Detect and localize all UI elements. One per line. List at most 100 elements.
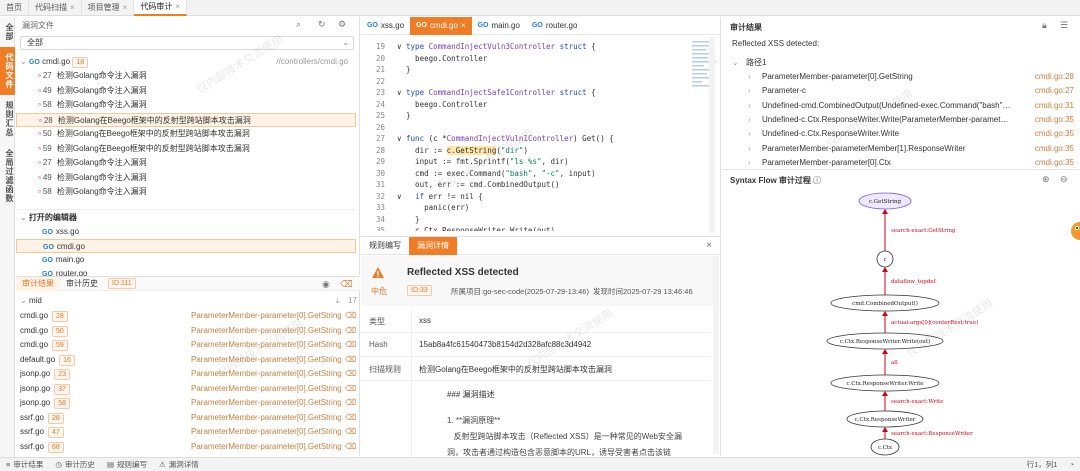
vuln-item[interactable]: ▫ 58 检测Golang命令注入漏洞 xyxy=(16,98,356,112)
code-line[interactable]: 33 panic(err) xyxy=(361,202,691,214)
vertical-tab[interactable]: 全部 xyxy=(0,17,15,47)
open-editors-header[interactable]: ⌄ 打开的编辑器 xyxy=(16,211,356,225)
vuln-item[interactable]: ▫ 49 检测Golang命令注入漏洞 xyxy=(16,171,356,185)
editor-tab[interactable]: GO cmdi.go × xyxy=(410,17,472,35)
path-item[interactable]: › Parameter-c cmdi.go:27 xyxy=(722,84,1078,98)
delete-icon[interactable]: ⌫ xyxy=(340,279,353,290)
delete-icon[interactable]: ⌫ xyxy=(345,411,356,425)
top-tab[interactable]: 代码扫描 × xyxy=(29,0,82,16)
result-row[interactable]: cmdi.go 28 ParameterMember-parameter[0].Ge… xyxy=(16,309,360,323)
delete-icon[interactable]: ⌫ xyxy=(345,440,356,454)
vertical-tab[interactable]: 规则汇总 xyxy=(0,95,15,143)
path-item[interactable]: › Undefined-cmd.CombinedOutput(Undefined-… xyxy=(722,99,1078,113)
delete-icon[interactable]: ⌫ xyxy=(345,353,356,367)
status-audit-history[interactable]: ◷ 审计历史 xyxy=(49,459,101,470)
result-row[interactable]: ssrf.go 68 ParameterMember-parameter[0].Ge… xyxy=(16,440,360,454)
code-line[interactable]: 21 } xyxy=(361,64,691,76)
delete-icon[interactable]: ⌫ xyxy=(345,338,356,352)
path-item-location[interactable]: cmdi.go:35 xyxy=(1035,156,1074,170)
result-group-row[interactable]: ⌄ mid ⤓ 17 xyxy=(16,294,360,308)
delete-icon[interactable]: ⌫ xyxy=(345,382,356,396)
tab-audit-history[interactable]: 审计历史 xyxy=(60,277,104,291)
result-row[interactable]: jsonp.go 58 ParameterMember-parameter[0].G… xyxy=(16,396,360,410)
result-row[interactable]: ssrf.go 28 ParameterMember-parameter[0].Ge… xyxy=(16,411,360,425)
code-line[interactable]: 19 ∨ type CommandInjectVuln3Controller st… xyxy=(361,41,691,53)
vertical-tab[interactable]: 代码文件 xyxy=(0,47,15,95)
filter-select[interactable]: 全部 ⌄ xyxy=(20,36,354,50)
search-icon[interactable]: ⌕ xyxy=(296,19,301,30)
path-item-location[interactable]: cmdi.go:31 xyxy=(1035,99,1074,113)
bell-icon[interactable]: ◔ xyxy=(1063,460,1080,469)
close-icon[interactable]: × xyxy=(70,0,75,16)
code-line[interactable]: 27 ∨ func (c *CommandInjectVuln1Controlle… xyxy=(361,133,691,145)
open-editor-item[interactable]: GO xss.go xyxy=(16,225,356,239)
code-line[interactable]: 32 ∨ if err != nil { xyxy=(361,191,691,203)
path-item-location[interactable]: cmdi.go:27 xyxy=(1035,84,1074,98)
path-item[interactable]: › Undefined-c.Ctx.ResponseWriter.Write(Pa… xyxy=(722,113,1078,127)
help-icon[interactable]: ⓘ xyxy=(813,176,821,185)
code-line[interactable]: 31 out, err := cmd.CombinedOutput() xyxy=(361,179,691,191)
code-line[interactable]: 22 xyxy=(361,76,691,88)
path-item-location[interactable]: cmdi.go:35 xyxy=(1035,142,1074,156)
path-item[interactable]: › ParameterMember-parameter[0].Ctx cmdi.go… xyxy=(722,156,1078,170)
top-tab[interactable]: 首页 xyxy=(0,0,29,16)
code-line[interactable]: 25 } xyxy=(361,110,691,122)
vuln-item[interactable]: ▫ 27 检测Golang命令注入漏洞 xyxy=(16,156,356,170)
close-icon[interactable]: × xyxy=(461,17,466,35)
status-rule-writing[interactable]: ▤ 规则编写 xyxy=(101,459,153,470)
code-line[interactable]: 29 input := fmt.Sprintf("ls %s", dir) xyxy=(361,156,691,168)
code-line[interactable]: 26 xyxy=(361,122,691,134)
zoom-in-icon[interactable]: ⊕ xyxy=(1042,174,1050,185)
code-line[interactable]: 23 ∨ type CommandInjectSafe1Controller st… xyxy=(361,87,691,99)
open-editor-item[interactable]: GO cmdi.go xyxy=(16,239,356,253)
path-group-row[interactable]: ⌄ 路径1 xyxy=(722,56,1078,70)
file-group-row[interactable]: ⌄ GO cmdi.go 18 //controllers/cmdi.go xyxy=(16,55,356,69)
code-line[interactable]: 30 cmd := exec.Command("bash", "-c", inp… xyxy=(361,168,691,180)
open-editor-item[interactable]: GO main.go xyxy=(16,253,356,267)
path-item[interactable]: › Undefined-c.Ctx.ResponseWriter.Write cmd… xyxy=(722,127,1078,141)
more-icon[interactable]: ☰ xyxy=(1060,20,1068,31)
tab-rule-writing[interactable]: 规则编写 xyxy=(361,237,409,255)
code-line[interactable]: 34 } xyxy=(361,214,691,226)
path-item-location[interactable]: cmdi.go:35 xyxy=(1035,113,1074,127)
delete-icon[interactable]: ⌫ xyxy=(345,425,356,439)
editor-scrollbar[interactable] xyxy=(709,37,715,233)
delete-icon[interactable]: ⌫ xyxy=(345,396,356,410)
status-vuln-detail[interactable]: ⚠ 漏洞详情 xyxy=(153,459,205,470)
eye-icon[interactable]: ◉ xyxy=(322,279,330,290)
result-row[interactable]: jsonp.go 23 ParameterMember-parameter[0].G… xyxy=(16,367,360,381)
code-line[interactable]: 35 c.Ctx.ResponseWriter.Write(out) xyxy=(361,225,691,231)
close-icon[interactable]: × xyxy=(123,0,128,16)
vuln-item[interactable]: ▫ 28 检测Golang在Beego框架中的反射型跨站脚本攻击漏洞 xyxy=(16,112,356,127)
top-tab[interactable]: 项目管理 × xyxy=(82,0,135,16)
top-tab[interactable]: 代码审计 × xyxy=(134,0,188,16)
editor-tab[interactable]: GO xss.go xyxy=(361,17,410,35)
vuln-item[interactable]: ▫ 59 检测Golang在Beego框架中的反射型跨站脚本攻击漏洞 xyxy=(16,142,356,156)
result-row[interactable]: jsonp.go 37 ParameterMember-parameter[0].G… xyxy=(16,382,360,396)
zoom-out-icon[interactable]: ⊖ xyxy=(1060,174,1068,185)
vuln-item[interactable]: ▫ 50 检测Golang在Beego框架中的反射型跨站脚本攻击漏洞 xyxy=(16,127,356,141)
status-audit-results[interactable]: ≡ 审计结果 xyxy=(0,459,49,470)
close-icon[interactable]: × xyxy=(706,240,712,251)
delete-icon[interactable]: ⌫ xyxy=(345,367,356,381)
code-line[interactable]: 24 beego.Controller xyxy=(361,99,691,111)
tab-vuln-detail[interactable]: 漏洞详情 xyxy=(409,237,457,255)
path-item-location[interactable]: cmdi.go:28 xyxy=(1035,70,1074,84)
tab-audit-results[interactable]: 审计结果 xyxy=(16,276,60,291)
path-item[interactable]: › ParameterMember-parameter[0].GetString c… xyxy=(722,70,1078,84)
close-icon[interactable]: × xyxy=(175,0,180,15)
vuln-item[interactable]: ▫ 49 检测Golang命令注入漏洞 xyxy=(16,84,356,98)
refresh-icon[interactable]: ↻ xyxy=(318,19,326,30)
syntax-flow-graph[interactable]: search-exact:GetString dataflow_topdefact… xyxy=(722,187,1078,457)
vertical-tab[interactable]: 全局过滤函数 xyxy=(0,143,15,209)
result-row[interactable]: ssrf.go 47 ParameterMember-parameter[0].Ge… xyxy=(16,425,360,439)
result-row[interactable]: default.go 16 ParameterMember-parameter[0]… xyxy=(16,353,360,367)
result-row[interactable]: cmdi.go 59 ParameterMember-parameter[0].Ge… xyxy=(16,338,360,352)
code-line[interactable]: 20 beego.Controller xyxy=(361,53,691,65)
vuln-item[interactable]: ▫ 58 检测Golang命令注入漏洞 xyxy=(16,185,356,199)
detail-scrollbar[interactable] xyxy=(713,256,719,454)
editor-tab[interactable]: GO main.go xyxy=(472,17,526,35)
result-row[interactable]: cmdi.go 50 ParameterMember-parameter[0].Ge… xyxy=(16,324,360,338)
path-item-location[interactable]: cmdi.go:35 xyxy=(1035,127,1074,141)
lock-icon[interactable]: 🔒︎ xyxy=(1042,20,1047,31)
